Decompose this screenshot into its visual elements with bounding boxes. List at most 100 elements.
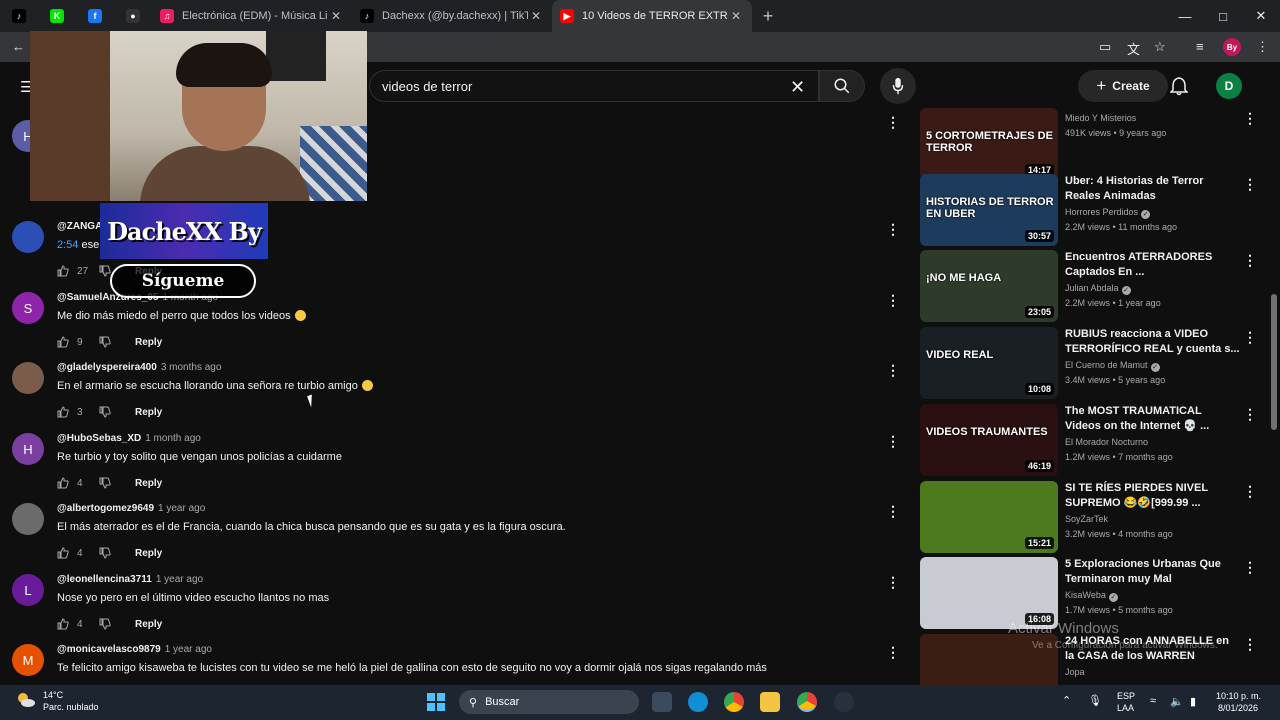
author-name[interactable]: @leonellencina3711 xyxy=(57,574,152,585)
comment-author[interactable]: @albertogomez9649 1 year ago xyxy=(57,503,205,514)
author-name[interactable]: @albertogomez9649 xyxy=(57,503,154,514)
taskbar-date[interactable]: 8/01/2026 xyxy=(1218,703,1258,713)
taskbar-search-box[interactable]: ⚲ Buscar xyxy=(459,690,639,714)
search-button[interactable] xyxy=(819,70,865,102)
volume-icon[interactable]: 🔈 xyxy=(1170,695,1184,708)
comment-menu-icon[interactable]: ⋮ xyxy=(886,433,900,450)
dislike-icon[interactable] xyxy=(99,477,111,489)
comment-menu-icon[interactable]: ⋮ xyxy=(886,574,900,591)
video-title[interactable]: RUBIUS reacciona a VIDEO TERRORÍFICO REA… xyxy=(1065,327,1240,357)
video-menu-icon[interactable]: ⋮ xyxy=(1243,636,1257,653)
browser-tab[interactable]: f xyxy=(76,0,114,32)
video-menu-icon[interactable]: ⋮ xyxy=(1243,252,1257,269)
channel-name[interactable]: Jopa xyxy=(1065,667,1085,677)
video-title[interactable]: 5 Exploraciones Urbanas Que Terminaron m… xyxy=(1065,557,1240,587)
avatar[interactable] xyxy=(12,221,44,253)
dislike-icon[interactable] xyxy=(99,265,111,277)
chrome-icon[interactable] xyxy=(724,692,744,712)
comment-date[interactable]: 3 months ago xyxy=(161,362,222,373)
battery-icon[interactable]: ▮ xyxy=(1190,695,1196,708)
avatar[interactable] xyxy=(12,362,44,394)
close-tab-icon[interactable]: ✕ xyxy=(728,9,744,23)
reply-button[interactable]: Reply xyxy=(135,619,162,630)
avatar[interactable]: S xyxy=(12,292,44,324)
dislike-icon[interactable] xyxy=(99,406,111,418)
new-tab-icon[interactable]: + xyxy=(752,6,784,27)
video-channel[interactable]: Horrores Perdidos ✓ xyxy=(1065,207,1151,219)
create-button[interactable]: + Create xyxy=(1078,70,1168,102)
comment-author[interactable]: @HuboSebas_XD 1 month ago xyxy=(57,433,201,444)
account-avatar[interactable]: D xyxy=(1216,73,1242,99)
chrome-profile-icon[interactable] xyxy=(797,692,817,712)
like-icon[interactable] xyxy=(57,477,69,489)
video-title[interactable]: The MOST TRAUMATICAL Videos on the Inter… xyxy=(1065,404,1240,434)
browser-tab[interactable]: ♪ Dachexx (@by.dachexx) | TikTok ✕ xyxy=(352,0,552,32)
video-menu-icon[interactable]: ⋮ xyxy=(1243,176,1257,193)
close-tab-icon[interactable]: ✕ xyxy=(528,9,544,23)
comment-author[interactable]: @monicavelasco9879 1 year ago xyxy=(57,644,212,655)
reply-button[interactable]: Reply xyxy=(135,478,162,489)
author-name[interactable]: @gladelyspereira400 xyxy=(57,362,157,373)
browser-tab[interactable]: ♫ Electrónica (EDM) - Música Libr ✕ xyxy=(152,0,352,32)
reply-button[interactable]: Reply xyxy=(135,548,162,559)
related-video-item[interactable]: HISTORIAS DE TERROR EN UBER 30:57 Uber: 4 … xyxy=(918,174,1268,246)
comment-date[interactable]: 1 year ago xyxy=(158,503,205,514)
back-arrow-icon[interactable]: ← xyxy=(12,39,25,54)
weather-temperature[interactable]: 14°C xyxy=(43,690,63,700)
browser-tab[interactable]: ▶ 10 Videos de TERROR EXTREMO✕ xyxy=(552,0,752,32)
like-icon[interactable] xyxy=(57,618,69,630)
close-window-icon[interactable]: ✕ xyxy=(1242,0,1280,32)
related-video-item[interactable]: VIDEOS TRAUMANTES 46:19 The MOST TRAUMATIC… xyxy=(918,404,1268,476)
video-title[interactable]: SI TE RÍES PIERDES NIVEL SUPREMO 😂🤣[999.… xyxy=(1065,481,1240,511)
comment-menu-icon[interactable]: ⋮ xyxy=(886,362,900,379)
tray-chevron-icon[interactable]: ⌃ xyxy=(1062,694,1071,707)
browser-profile-avatar[interactable]: By xyxy=(1223,38,1241,56)
dislike-icon[interactable] xyxy=(99,336,111,348)
comment-menu-icon[interactable]: ⋮ xyxy=(886,292,900,309)
avatar[interactable]: L xyxy=(12,574,44,606)
close-tab-icon[interactable]: ✕ xyxy=(328,9,344,23)
author-name[interactable]: @ZANGA xyxy=(57,221,102,232)
like-icon[interactable] xyxy=(57,406,69,418)
search-input[interactable]: videos de terror xyxy=(369,70,819,102)
browser-tab[interactable]: ♪ xyxy=(0,0,38,32)
video-channel[interactable]: SoyZarTek xyxy=(1065,514,1108,524)
comment-menu-icon[interactable]: ⋮ xyxy=(886,644,900,661)
file-explorer-icon[interactable] xyxy=(760,692,780,712)
reply-button[interactable]: Reply xyxy=(135,407,162,418)
video-title[interactable]: Encuentros ATERRADORES Captados En ... xyxy=(1065,250,1240,280)
comment-date[interactable]: 1 year ago xyxy=(156,574,203,585)
clear-search-icon[interactable]: ✕ xyxy=(790,77,805,98)
comment-author[interactable]: @leonellencina3711 1 year ago xyxy=(57,574,203,585)
video-menu-icon[interactable]: ⋮ xyxy=(1243,559,1257,576)
related-video-item[interactable]: VIDEO REAL 10:08 RUBIUS reacciona a VIDEO … xyxy=(918,327,1268,399)
author-name[interactable]: @HuboSebas_XD xyxy=(57,433,141,444)
bookmark-star-icon[interactable]: ☆ xyxy=(1154,39,1166,55)
scrollbar-thumb[interactable] xyxy=(1271,294,1277,430)
video-channel[interactable]: El Cuerno de Mamut ✓ xyxy=(1065,360,1160,372)
timestamp-link[interactable]: 2:54 xyxy=(57,239,78,251)
channel-name[interactable]: KisaWeba xyxy=(1065,590,1106,600)
app-icon[interactable] xyxy=(834,692,854,712)
video-channel[interactable]: KisaWeba ✓ xyxy=(1065,590,1118,602)
video-thumbnail[interactable]: VIDEOS TRAUMANTES 46:19 xyxy=(920,404,1058,476)
language-layout[interactable]: LAA xyxy=(1117,703,1134,713)
channel-name[interactable]: Julian Abdala xyxy=(1065,283,1119,293)
related-video-item[interactable]: 15:21 SI TE RÍES PIERDES NIVEL SUPREMO 😂🤣… xyxy=(918,481,1268,553)
related-video-item[interactable]: 5 CORTOMETRAJES DE TERROR 14:17 Miedo Y Mi… xyxy=(918,108,1268,180)
like-icon[interactable] xyxy=(57,265,69,277)
like-icon[interactable] xyxy=(57,336,69,348)
video-channel[interactable]: Miedo Y Misterios xyxy=(1065,113,1136,123)
weather-cloud-sun-icon[interactable] xyxy=(16,692,36,708)
weather-description[interactable]: Parc. nublado xyxy=(43,702,99,712)
windows-start-icon[interactable] xyxy=(426,692,446,712)
video-thumbnail[interactable]: 16:08 xyxy=(920,557,1058,629)
video-title[interactable]: Uber: 4 Historias de Terror Reales Anima… xyxy=(1065,174,1240,204)
cast-icon[interactable]: ▭ xyxy=(1099,39,1111,55)
comment-date[interactable]: 1 year ago xyxy=(165,644,212,655)
edge-browser-icon[interactable] xyxy=(688,692,708,712)
video-thumbnail[interactable]: HISTORIAS DE TERROR EN UBER 30:57 xyxy=(920,174,1058,246)
channel-name[interactable]: Horrores Perdidos xyxy=(1065,207,1138,217)
avatar[interactable]: H xyxy=(12,433,44,465)
like-icon[interactable] xyxy=(57,547,69,559)
